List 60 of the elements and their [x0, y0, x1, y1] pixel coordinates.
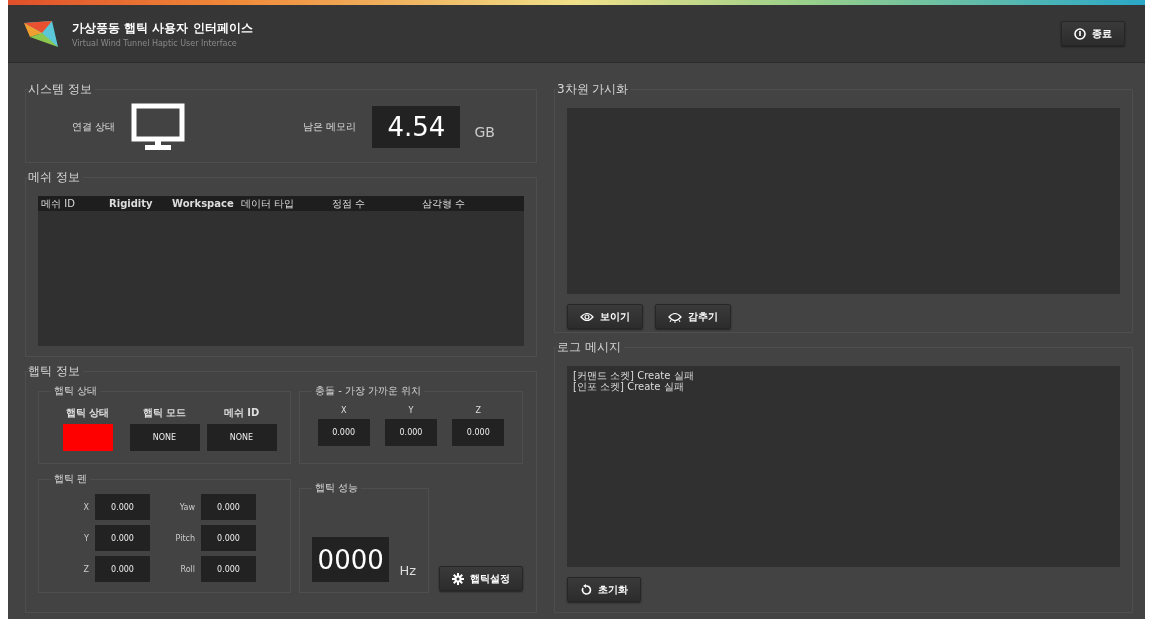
value-display: 0.000 — [95, 556, 150, 582]
gear-icon — [452, 572, 464, 585]
value-display: 0.000 — [201, 556, 256, 582]
value-display: 0.000 — [95, 525, 150, 551]
log-line: [커맨드 소켓] Create 실패 — [573, 370, 695, 381]
value-display: 0.000 — [201, 494, 256, 520]
memory-unit: GB — [474, 124, 495, 140]
connection-label: 연결 상태 — [72, 120, 116, 134]
column-header: 삼각형 수 — [422, 196, 467, 211]
frequency-unit: Hz — [399, 563, 416, 578]
field-label: 메쉬 ID — [223, 406, 260, 420]
column-header: Rigidity — [109, 198, 154, 209]
axis-label: Yaw — [178, 502, 196, 512]
group-title: 로그 메시지 — [557, 339, 622, 356]
value-display: NONE — [206, 424, 277, 451]
group-title: 햅틱 성능 — [314, 481, 360, 495]
reset-button[interactable]: 초기화 — [567, 577, 641, 602]
column-header: 정점 수 — [332, 196, 367, 211]
value-display: 0.000 — [317, 419, 370, 446]
axis-label: X — [82, 502, 90, 512]
value-display: 0.000 — [452, 419, 505, 446]
group-title: 햅틱 정보 — [28, 363, 81, 380]
app-title: 가상풍동 햅틱 사용자 인터페이스 — [72, 19, 254, 37]
axis-label: Pitch — [174, 533, 196, 543]
eye-icon — [580, 311, 594, 322]
memory-label: 남은 메모리 — [303, 120, 357, 134]
group-title: 메쉬 정보 — [28, 169, 81, 186]
axis-label: Y — [408, 406, 414, 415]
memory-value: 4.54 — [372, 106, 461, 148]
show-button[interactable]: 보이기 — [567, 304, 643, 329]
app-subtitle: Virtual Wind Tunnel Haptic User Interface — [72, 38, 238, 48]
value-display: NONE — [129, 424, 200, 451]
column-header: 메쉬 ID — [41, 196, 76, 211]
group-title: 햅틱 펜 — [53, 472, 89, 486]
group-title: 햅틱 상태 — [53, 384, 99, 398]
hide-button[interactable]: 감추기 — [655, 304, 731, 329]
group-title: 충돌 - 가장 가까운 위치 — [314, 384, 423, 398]
logo-icon — [22, 18, 60, 49]
haptic-settings-button[interactable]: 햅틱설정 — [439, 566, 523, 591]
axis-label: X — [340, 406, 347, 415]
field-label: 햅틱 모드 — [142, 406, 187, 420]
closed-eye-icon — [668, 310, 682, 323]
log-line: [인포 소켓] Create 실패 — [573, 381, 685, 392]
value-display: 0.000 — [385, 419, 437, 446]
axis-label: Z — [475, 406, 482, 415]
value-display: 0.000 — [95, 494, 150, 520]
value-display: 0.000 — [201, 525, 256, 551]
axis-label: Roll — [179, 564, 196, 574]
exit-button[interactable]: 종료 — [1061, 21, 1125, 46]
field-label: 햅틱 상태 — [65, 406, 110, 420]
column-header: 데이터 타입 — [241, 196, 296, 211]
axis-label: Z — [82, 564, 90, 574]
reset-icon — [580, 583, 592, 596]
axis-label: Y — [83, 533, 90, 543]
power-icon — [1074, 27, 1086, 40]
group-title: 3차원 가시화 — [557, 81, 630, 98]
group-title: 시스템 정보 — [28, 81, 93, 98]
monitor-icon — [131, 103, 186, 151]
frequency-value: 0000 — [312, 537, 390, 582]
column-header: Workspace — [172, 198, 235, 209]
